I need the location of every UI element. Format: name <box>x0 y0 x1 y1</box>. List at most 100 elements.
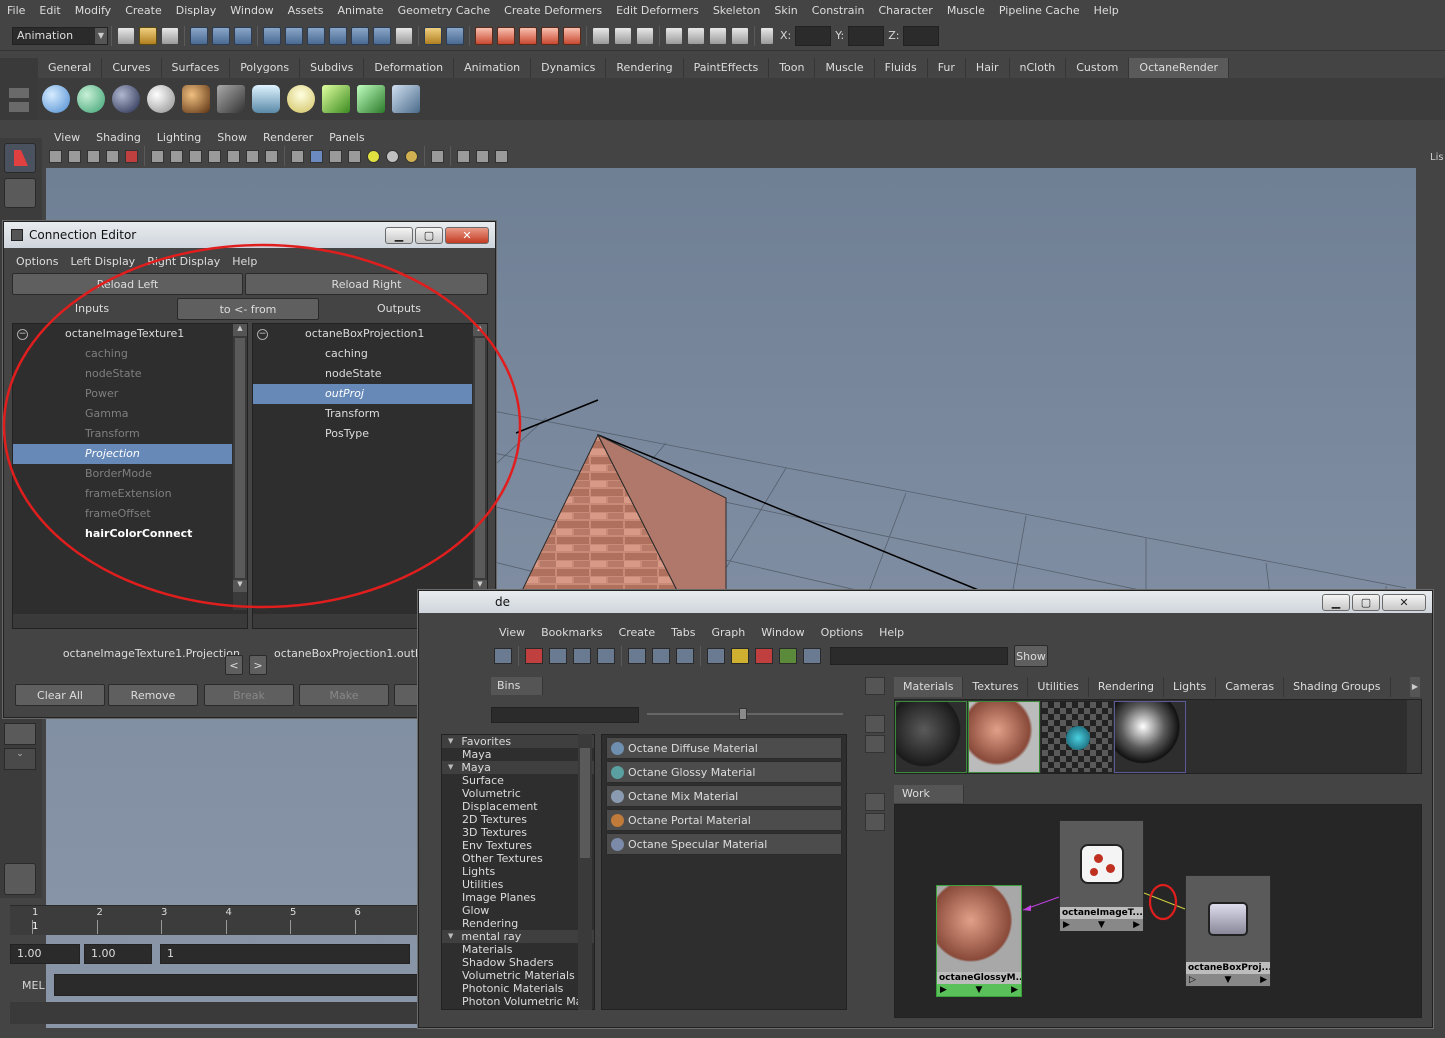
select-hierarchy-icon[interactable] <box>190 26 208 45</box>
work-area-tab[interactable]: Work Area <box>894 785 964 818</box>
specular-swatch[interactable] <box>1114 700 1186 773</box>
next-arrow-button[interactable]: > <box>249 655 267 675</box>
octane-light-icon[interactable] <box>287 85 315 113</box>
share-icon[interactable] <box>495 149 508 163</box>
tabs-scroll-right-icon[interactable]: ▶ <box>1410 677 1420 697</box>
frame-all-icon[interactable] <box>476 149 489 163</box>
layout-menu-icon[interactable]: ⌄ <box>4 748 36 770</box>
playback-start-field[interactable]: 1.00 <box>84 944 152 964</box>
layout-2-icon[interactable] <box>687 26 705 45</box>
menu-set-dropdown[interactable]: Animation ▼ <box>12 26 108 45</box>
create-material-item[interactable]: Octane Specular Material <box>606 833 842 855</box>
side-tool-icon[interactable] <box>865 735 885 753</box>
panel-menu-show[interactable]: Show <box>209 131 255 144</box>
bin-item[interactable]: Maya <box>442 748 594 761</box>
octane-texture-icon[interactable] <box>182 85 210 113</box>
lambert-swatch[interactable] <box>895 700 967 773</box>
shelf-tab-surfaces[interactable]: Surfaces <box>162 58 231 78</box>
tab-textures[interactable]: Textures <box>963 677 1029 697</box>
side-tool-icon[interactable] <box>865 715 885 733</box>
new-scene-icon[interactable] <box>117 26 135 45</box>
shelf-tab-muscle[interactable]: Muscle <box>815 58 875 78</box>
xray-icon[interactable] <box>348 149 361 163</box>
close-window-button[interactable]: ✕ <box>1382 593 1426 611</box>
octane-box-projection-node[interactable]: octaneBoxProj... ▷ ▼ ▶ <box>1185 875 1271 987</box>
swatch-scrollbar[interactable] <box>1407 700 1421 773</box>
show-upstream-icon[interactable] <box>597 648 615 664</box>
open-folder-icon[interactable] <box>139 26 157 45</box>
show-button[interactable]: Show <box>1014 645 1048 667</box>
play-icon[interactable]: ▷ <box>1189 974 1196 986</box>
remove-button[interactable]: Remove <box>108 684 198 706</box>
shelf-tab-fur[interactable]: Fur <box>928 58 966 78</box>
select-object-icon[interactable] <box>212 26 230 45</box>
menu-modify[interactable]: Modify <box>68 4 118 17</box>
chevron-down-icon[interactable]: ▼ <box>1098 919 1105 931</box>
panel-menu-view[interactable]: View <box>46 131 88 144</box>
checker-swatch[interactable] <box>1041 700 1113 773</box>
wireframe-on-shaded-icon[interactable] <box>329 149 342 163</box>
tab-materials[interactable]: Materials <box>894 677 964 697</box>
shelf-tab-ncloth[interactable]: nCloth <box>1010 58 1067 78</box>
lock-icon[interactable] <box>424 26 442 45</box>
hs-menu-window[interactable]: Window <box>753 626 812 639</box>
bin-item[interactable]: Image Planes <box>442 891 594 904</box>
grid-snap-icon[interactable] <box>779 648 797 664</box>
hypershade-titlebar[interactable]: de ▁ ▢ ✕ <box>419 591 1432 613</box>
hud-icon[interactable] <box>457 149 470 163</box>
bin-item[interactable]: 3D Textures <box>442 826 594 839</box>
select-component-icon[interactable] <box>234 26 252 45</box>
construction-history-icon[interactable] <box>446 26 464 45</box>
layout-3-icon[interactable] <box>709 26 727 45</box>
film-gate-icon[interactable] <box>170 149 183 163</box>
shelf-tab-fluids[interactable]: Fluids <box>875 58 928 78</box>
layout-icon[interactable] <box>494 648 512 664</box>
output-connections-icon[interactable] <box>676 648 694 664</box>
maximize-button[interactable]: ▢ <box>1352 593 1380 611</box>
bin-item[interactable]: Glow <box>442 904 594 917</box>
bin-item[interactable]: Photonic Materials <box>442 982 594 995</box>
bin-item[interactable]: Lights <box>442 865 594 878</box>
hypershade-icon[interactable] <box>541 26 559 45</box>
shelf-tab-polygons[interactable]: Polygons <box>230 58 301 78</box>
shelf-tab-general[interactable]: General <box>38 58 103 78</box>
menu-assets[interactable]: Assets <box>281 4 331 17</box>
channel-box-toggle-icon[interactable] <box>636 26 654 45</box>
bin-item[interactable]: Other Textures <box>442 852 594 865</box>
x-field[interactable] <box>795 25 832 46</box>
bin-item[interactable]: 2D Textures <box>442 813 594 826</box>
save-icon[interactable] <box>161 26 179 45</box>
input-connections-icon[interactable] <box>628 648 646 664</box>
select-tool-icon[interactable] <box>4 143 36 173</box>
attribute-editor-toggle-icon[interactable] <box>592 26 610 45</box>
minimize-button[interactable]: ▁ <box>1322 593 1350 611</box>
expand-icon[interactable]: ▼ <box>448 930 453 943</box>
y-field[interactable] <box>848 25 885 46</box>
snap-surface-icon[interactable] <box>351 26 369 45</box>
bins-tab[interactable]: Bins <box>491 677 543 695</box>
bin-item[interactable]: Photon Volumetric Ma... <box>442 995 594 1008</box>
rearrange-graph-icon[interactable] <box>573 648 591 664</box>
chevron-down-icon[interactable]: ▼ <box>1225 974 1232 986</box>
brick-glossy-swatch[interactable] <box>968 700 1040 773</box>
play-icon[interactable]: ▶ <box>1260 974 1267 986</box>
bin-item[interactable]: Surface <box>442 774 594 787</box>
tab-utilities[interactable]: Utilities <box>1028 677 1089 697</box>
chevron-down-icon[interactable]: ▼ <box>976 984 983 996</box>
octane-grid-icon[interactable] <box>392 85 420 113</box>
bin-item[interactable]: Volumetric <box>442 787 594 800</box>
wireframe-icon[interactable] <box>291 149 304 163</box>
bin-group[interactable]: ▼ Maya <box>442 761 594 774</box>
side-tool-icon[interactable] <box>865 677 885 695</box>
prev-arrow-button[interactable]: < <box>225 655 243 675</box>
shelf-tab-octanerender[interactable]: OctaneRender <box>1129 58 1230 78</box>
octane-material-icon[interactable] <box>77 85 105 113</box>
slider-thumb[interactable] <box>739 708 747 720</box>
layout-4-icon[interactable] <box>731 26 749 45</box>
bin-item[interactable]: Volumetric Materials <box>442 969 594 982</box>
menu-character[interactable]: Character <box>872 4 940 17</box>
image-plane-icon[interactable] <box>106 149 119 163</box>
menu-constrain[interactable]: Constrain <box>805 4 872 17</box>
hs-menu-help[interactable]: Help <box>871 626 912 639</box>
menu-display[interactable]: Display <box>169 4 224 17</box>
